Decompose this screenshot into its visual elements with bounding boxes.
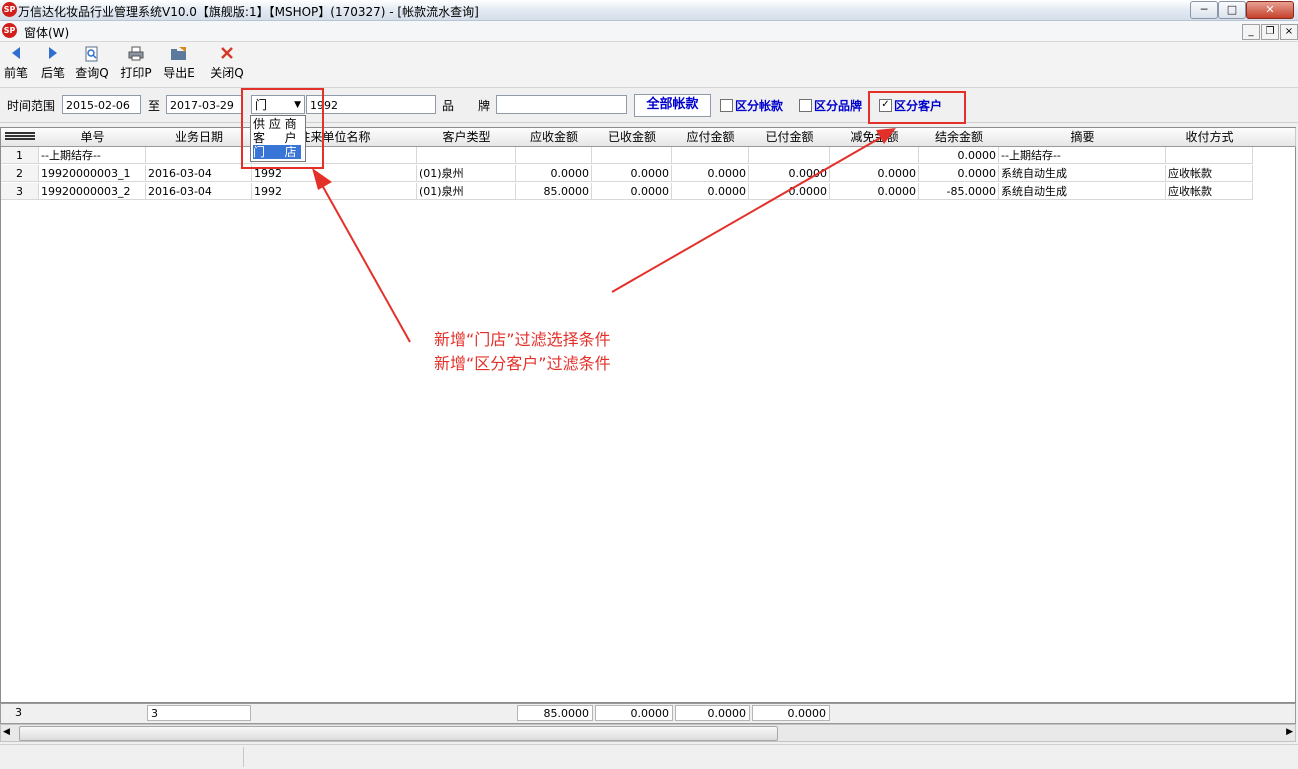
annotation-arrow-customer — [611, 137, 881, 293]
annotation-arrows — [312, 128, 896, 343]
annotation-note-line1: 新增“门店”过滤选择条件 — [434, 330, 611, 349]
arrowhead-icon — [876, 128, 896, 144]
annotation-note-line2: 新增“区分客户”过滤条件 — [434, 354, 611, 373]
annotation-arrow-store — [321, 184, 411, 343]
arrowhead-icon — [312, 168, 332, 190]
